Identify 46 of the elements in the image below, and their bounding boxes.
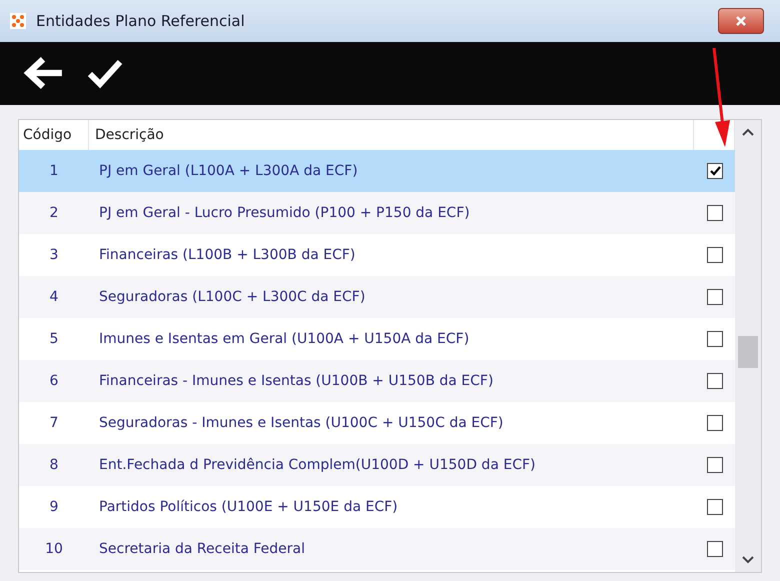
checkbox[interactable] (707, 457, 723, 473)
table-cell-text: Seguradoras - Imunes e Isentas (U100C + U150C da ECF) (98, 415, 504, 431)
table-cell-text: 7 (48, 415, 60, 431)
checkbox[interactable] (707, 163, 723, 179)
checkbox[interactable] (707, 205, 723, 221)
table-cell-text: 8 (48, 457, 60, 473)
checkbox[interactable] (707, 415, 723, 431)
table-cell-text: Secretaria da Receita Federal (98, 541, 306, 557)
table-cell-text: Partidos Políticos (U100E + U150E da ECF) (98, 499, 399, 515)
checkbox[interactable] (707, 541, 723, 557)
table-cell-text: Financeiras (L100B + L300B da ECF) (98, 247, 356, 263)
checkbox[interactable] (707, 331, 723, 347)
table-row[interactable]: 8 Ent.Fechada d Previdência Complem(U100D + U150D da ECF) (19, 444, 735, 486)
scroll-down-icon[interactable] (742, 556, 754, 564)
table-cell-text: 4 (48, 289, 60, 305)
table-cell-text: 6 (48, 373, 60, 389)
back-arrow-icon[interactable] (22, 55, 64, 92)
checkbox[interactable] (707, 373, 723, 389)
checkbox[interactable] (707, 289, 723, 305)
app-icon (10, 12, 26, 29)
scrollbar[interactable] (735, 120, 761, 572)
checkbox[interactable] (707, 499, 723, 515)
table-row[interactable]: 1 PJ em Geral (L100A + L300A da ECF) (19, 150, 735, 192)
scroll-thumb[interactable] (738, 336, 758, 368)
table-row[interactable]: 10 Secretaria da Receita Federal (19, 528, 735, 570)
window-title: Entidades Plano Referencial (36, 12, 246, 30)
table-cell-text: 3 (48, 247, 60, 263)
table-cell-text: PJ em Geral (L100A + L300A da ECF) (98, 163, 359, 179)
table-cell-text: 2 (48, 205, 60, 221)
table-cell-text: Ent.Fechada d Previdência Complem(U100D + U150D da ECF) (98, 457, 536, 473)
table-cell-text: 1 (48, 163, 60, 179)
close-icon (734, 14, 748, 27)
table-row[interactable]: 6 Financeiras - Imunes e Isentas (U100B + U150B da ECF) (19, 360, 735, 402)
table-row[interactable]: 4 Seguradoras (L100C + L300C da ECF) (19, 276, 735, 318)
close-button[interactable] (718, 8, 764, 34)
table-cell-text: Financeiras - Imunes e Isentas (U100B + U150B da ECF) (98, 373, 494, 389)
table-cell-text: 9 (48, 499, 60, 515)
table-cell-text: Seguradoras (L100C + L300C da ECF) (98, 289, 366, 305)
table-cell-text: Imunes e Isentas em Geral (U100A + U150A da ECF) (98, 331, 470, 347)
table-cell-text: PJ em Geral - Lucro Presumido (P100 + P150 da ECF) (98, 205, 471, 221)
table-cell-text: 10 (44, 541, 64, 557)
checkmark-icon[interactable] (86, 57, 124, 90)
checkbox[interactable] (707, 247, 723, 263)
table-row[interactable]: 2 PJ em Geral - Lucro Presumido (P100 + P150 da ECF) (19, 192, 735, 234)
table-cell-text: 5 (48, 331, 60, 347)
scroll-up-icon[interactable] (742, 128, 754, 136)
